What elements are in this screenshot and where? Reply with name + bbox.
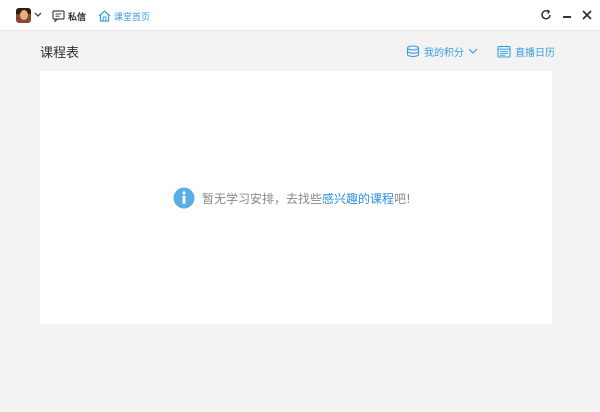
refresh-icon[interactable]	[539, 8, 553, 22]
empty-state-suffix: 吧!	[394, 191, 411, 206]
chevron-down-icon[interactable]	[33, 9, 43, 21]
minimize-icon[interactable]	[560, 8, 574, 22]
empty-state-message: 暂无学习安排，去找些 感兴趣的课程 吧!	[173, 186, 411, 210]
live-calendar-button[interactable]: 直播日历	[497, 43, 555, 59]
coins-icon	[406, 44, 420, 57]
home-button[interactable]: 课堂首页	[98, 7, 150, 25]
schedule-panel: 暂无学习安排，去找些 感兴趣的课程 吧!	[40, 71, 552, 324]
message-button[interactable]: 私信	[52, 7, 86, 25]
empty-state-prefix: 暂无学习安排，去找些	[202, 191, 323, 206]
my-points-dropdown[interactable]: 我的积分	[406, 43, 479, 59]
avatar[interactable]	[16, 8, 31, 23]
message-icon	[52, 10, 65, 22]
home-icon	[98, 10, 111, 22]
message-label: 私信	[68, 12, 87, 23]
app-window: 私信 课堂首页 课程表 我的积分 直播日历 暂无学习安排，去找些 感兴趣的课程 …	[0, 0, 600, 412]
close-icon[interactable]	[580, 8, 594, 22]
calendar-icon	[497, 45, 511, 58]
title-bar: 私信 课堂首页	[0, 0, 600, 31]
interesting-courses-link[interactable]: 感兴趣的课程	[322, 190, 394, 207]
live-calendar-label: 直播日历	[515, 47, 555, 59]
info-icon	[173, 187, 195, 209]
home-label: 课堂首页	[114, 12, 151, 23]
page-title: 课程表	[40, 46, 80, 61]
chevron-down-icon	[468, 48, 478, 54]
my-points-label: 我的积分	[424, 47, 464, 59]
